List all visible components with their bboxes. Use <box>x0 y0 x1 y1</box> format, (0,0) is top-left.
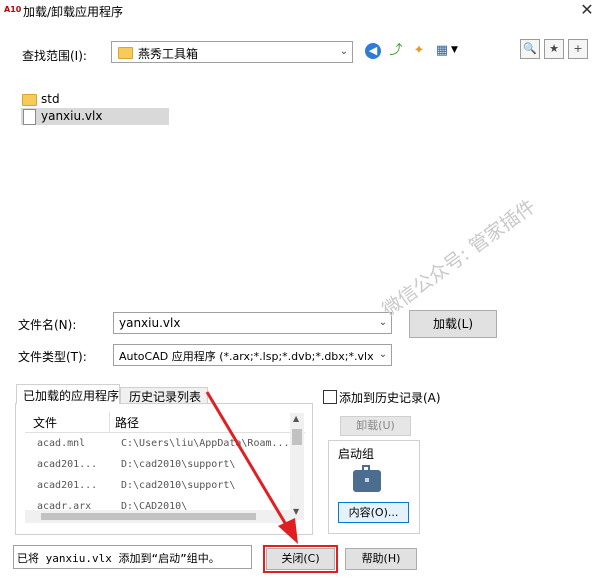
tab-label: 已加载的应用程序 <box>23 389 120 403</box>
tab-loaded-apps[interactable]: 已加载的应用程序 <box>16 384 120 404</box>
annotation-arrow <box>205 391 298 544</box>
arrow-head <box>278 518 298 544</box>
arrow-shaft <box>205 391 290 529</box>
